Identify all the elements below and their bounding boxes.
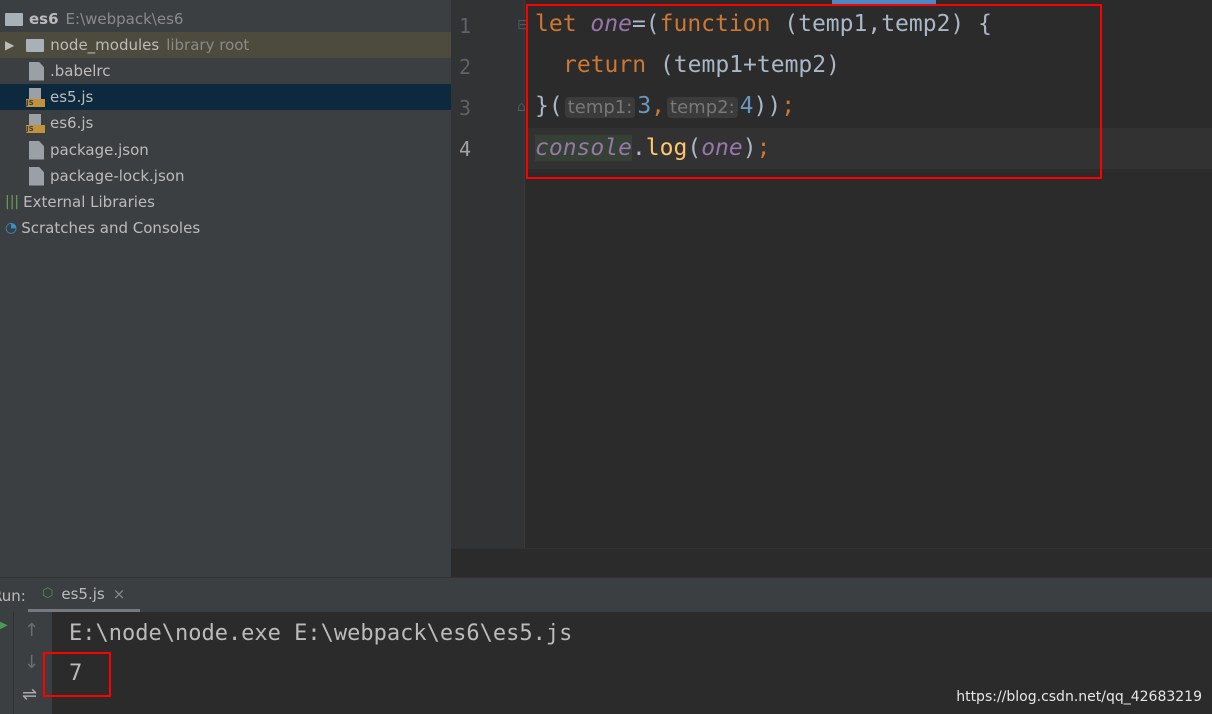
expand-arrow-icon[interactable]: ▶ bbox=[5, 38, 14, 52]
close-icon[interactable]: × bbox=[113, 585, 126, 603]
tree-item-es5-js[interactable]: es5.js bbox=[0, 84, 451, 110]
run-tab-label: es5.js bbox=[61, 584, 105, 603]
soft-wrap-icon[interactable]: ⇌ bbox=[22, 684, 37, 705]
tree-item-label: Scratches and Consoles bbox=[21, 219, 201, 237]
config-file-icon bbox=[29, 61, 44, 81]
tree-item-label: package.json bbox=[50, 141, 149, 159]
line-number: 3 bbox=[459, 96, 472, 120]
tree-item-external-libraries[interactable]: ||| External Libraries bbox=[0, 189, 451, 215]
tree-item-label: es6.js bbox=[50, 114, 94, 132]
line-number: 1 bbox=[459, 14, 472, 38]
tree-item-note: library root bbox=[166, 36, 250, 54]
console-command: E:\node\node.exe E:\webpack\es6\es5.js bbox=[69, 621, 573, 646]
tree-item-package-lock-json[interactable]: package-lock.json bbox=[0, 163, 451, 189]
highlight-box-code bbox=[526, 4, 1102, 179]
folder-icon bbox=[5, 12, 23, 26]
run-toolbar: Run: ⬡ es5.js × bbox=[0, 577, 1212, 612]
project-sidebar: es6 E:\webpack\es6 ▶ node_modules librar… bbox=[0, 0, 451, 577]
line-number: 4 bbox=[459, 137, 472, 161]
scratches-icon: ◔ bbox=[5, 220, 18, 236]
tree-item-label: External Libraries bbox=[23, 193, 155, 211]
line-gutter: 1 2 3 4 ⊟ ⌂ bbox=[451, 0, 529, 548]
tree-item-es6-js[interactable]: es6.js bbox=[0, 110, 451, 136]
line-number: 2 bbox=[459, 55, 472, 79]
tree-item-label: .babelrc bbox=[50, 62, 111, 80]
nodejs-icon: ⬡ bbox=[42, 586, 54, 601]
tree-item-node-modules[interactable]: ▶ node_modules library root bbox=[0, 32, 451, 58]
project-path: E:\webpack\es6 bbox=[65, 10, 184, 28]
js-file-icon bbox=[26, 113, 45, 133]
project-root[interactable]: es6 E:\webpack\es6 bbox=[0, 6, 451, 32]
json-file-icon bbox=[29, 140, 44, 160]
tree-item-label: package-lock.json bbox=[50, 167, 185, 185]
fold-end-icon[interactable]: ⌂ bbox=[517, 99, 526, 115]
tree-item-package-json[interactable]: package.json bbox=[0, 137, 451, 163]
libraries-icon: ||| bbox=[5, 194, 20, 210]
tree-item-scratches[interactable]: ◔ Scratches and Consoles bbox=[0, 215, 451, 241]
horizontal-scrollbar[interactable] bbox=[451, 548, 1212, 577]
json-file-icon bbox=[29, 166, 44, 186]
highlight-box-output bbox=[43, 652, 111, 697]
run-label: Run: bbox=[0, 587, 26, 605]
project-name: es6 bbox=[29, 10, 59, 28]
run-tab-es5-js[interactable]: ⬡ es5.js × bbox=[28, 578, 140, 612]
scroll-up-icon[interactable]: ↑ bbox=[24, 620, 39, 641]
tree-item-label: node_modules bbox=[50, 36, 160, 54]
scroll-down-icon[interactable]: ↓ bbox=[24, 652, 39, 673]
js-file-icon bbox=[26, 87, 45, 107]
tree-item-label: es5.js bbox=[50, 88, 94, 106]
folder-icon bbox=[26, 38, 45, 52]
tree-item-babelrc[interactable]: .babelrc bbox=[0, 58, 451, 84]
watermark: https://blog.csdn.net/qq_42683219 bbox=[956, 689, 1202, 705]
rerun-icon[interactable]: ▶ bbox=[0, 620, 8, 631]
